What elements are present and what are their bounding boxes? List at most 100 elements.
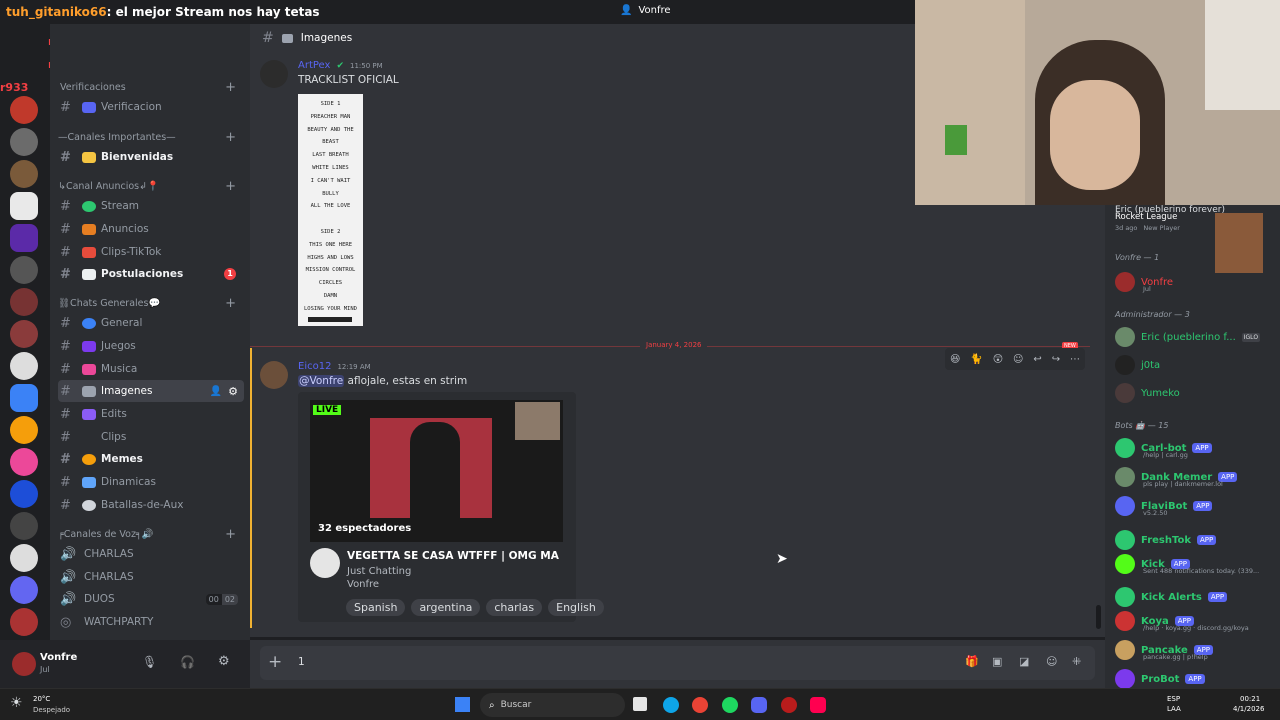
- category-importantes[interactable]: —Canales Importantes— +: [58, 130, 244, 145]
- scrollbar[interactable]: [1096, 605, 1101, 629]
- server-icon[interactable]: [10, 480, 38, 508]
- language[interactable]: ESP: [1167, 695, 1180, 703]
- member-bot[interactable]: ProBot APP: [1115, 666, 1275, 688]
- server-icon[interactable]: [10, 160, 38, 188]
- server-icon[interactable]: [10, 96, 38, 124]
- member-bot[interactable]: Dank Memer APP pls play | dankmemer.lol: [1115, 464, 1275, 490]
- category-chats-generales[interactable]: ⛓Chats Generales💬 +: [58, 296, 244, 311]
- spotify-icon[interactable]: [722, 697, 738, 713]
- voice-charlas-2[interactable]: 🔊 CHARLAS: [58, 566, 244, 588]
- tiktok-icon[interactable]: [810, 697, 826, 713]
- author-name[interactable]: Eico12: [298, 361, 331, 372]
- message-input[interactable]: 1: [298, 656, 305, 668]
- category-voz[interactable]: ╒Canales de Voz╕🔊 +: [58, 527, 244, 542]
- member-bot[interactable]: Kick APP Sent 488 notifications today. (33…: [1115, 551, 1275, 577]
- plus-icon[interactable]: +: [225, 130, 236, 145]
- channel-juegos[interactable]: # Juegos: [58, 335, 244, 357]
- plus-icon[interactable]: +: [225, 296, 236, 311]
- clock-time[interactable]: 00:21: [1240, 695, 1260, 703]
- server-icon[interactable]: [10, 416, 38, 444]
- plus-icon[interactable]: +: [225, 80, 236, 95]
- stream-embed[interactable]: LIVE 32 espectadores VEGETTA SE CASA WTF…: [298, 392, 604, 622]
- channel-clips[interactable]: # Clips: [58, 426, 244, 448]
- category-anuncios[interactable]: ↳Canal Anuncios↲📍 +: [58, 179, 244, 194]
- reaction-cat-icon[interactable]: 🐈: [970, 354, 982, 365]
- channel-stream[interactable]: # Stream: [58, 195, 244, 217]
- channel-general[interactable]: # General: [58, 312, 244, 334]
- server-icon[interactable]: [10, 608, 38, 636]
- server-icon[interactable]: [10, 384, 38, 412]
- taskbar-search[interactable]: ⌕ Buscar: [480, 693, 625, 717]
- server-icon[interactable]: [10, 544, 38, 572]
- keyboard-layout[interactable]: LAA: [1167, 705, 1181, 713]
- server-icon[interactable]: [10, 512, 38, 540]
- add-member-icon[interactable]: 👤: [210, 386, 222, 397]
- server-icon[interactable]: [10, 224, 38, 252]
- channel-postulaciones[interactable]: # Postulaciones 1: [58, 263, 244, 285]
- microphone-icon[interactable]: 🎙: [142, 655, 157, 669]
- member-admin[interactable]: j0ta: [1115, 352, 1275, 378]
- clock-date[interactable]: 4/1/2026: [1233, 705, 1264, 713]
- channel-memes[interactable]: # Memes: [58, 448, 244, 470]
- mention[interactable]: @Vonfre: [298, 375, 345, 387]
- server-icon[interactable]: [10, 448, 38, 476]
- reaction-laugh-icon[interactable]: 😆: [950, 354, 960, 365]
- server-icon[interactable]: [10, 352, 38, 380]
- more-icon[interactable]: ⋯: [1070, 354, 1080, 365]
- tag[interactable]: charlas: [486, 599, 543, 616]
- server-icon[interactable]: [10, 256, 38, 284]
- obs-icon[interactable]: [781, 697, 797, 713]
- voice-watchparty[interactable]: ◎ WATCHPARTY: [58, 611, 244, 633]
- forward-icon[interactable]: ↪: [1052, 354, 1060, 365]
- stream-title[interactable]: VEGETTA SE CASA WTFFF | OMG MA: [347, 550, 567, 562]
- avatar[interactable]: [260, 361, 288, 389]
- settings-icon[interactable]: ⚙: [218, 654, 230, 669]
- gear-icon[interactable]: ⚙: [228, 385, 238, 398]
- channel-edits[interactable]: # Edits: [58, 403, 244, 425]
- channel-anuncios[interactable]: # Anuncios: [58, 218, 244, 240]
- gif-icon[interactable]: ▣: [992, 655, 1002, 668]
- member-bot[interactable]: Pancake APP pancake.gg | p!help: [1115, 637, 1275, 663]
- category-verificaciones[interactable]: Verificaciones +: [58, 80, 244, 95]
- channel-batallas[interactable]: # Batallas-de-Aux: [58, 494, 244, 516]
- reply-icon[interactable]: ↩: [1033, 354, 1041, 365]
- discord-icon[interactable]: [751, 697, 767, 713]
- member-bot[interactable]: Carl-bot APP/help | carl.gg: [1115, 435, 1275, 461]
- channel-bienvenidas[interactable]: # Bienvenidas: [58, 146, 244, 168]
- member-bot[interactable]: FreshTok APP: [1115, 527, 1275, 553]
- server-icon[interactable]: [10, 320, 38, 348]
- server-icon[interactable]: [10, 576, 38, 604]
- member-admin[interactable]: Eric (pueblerino f... IGLO: [1115, 324, 1275, 350]
- tracklist-image[interactable]: SIDE 1 PREACHER MAN BEAUTY AND THE BEAST LA…: [298, 94, 363, 326]
- tag[interactable]: argentina: [411, 599, 481, 616]
- stream-thumbnail[interactable]: LIVE 32 espectadores: [310, 400, 563, 542]
- chrome-icon[interactable]: [692, 697, 708, 713]
- channel-avatar[interactable]: [310, 548, 340, 578]
- server-icon[interactable]: [10, 128, 38, 156]
- plus-icon[interactable]: +: [225, 527, 236, 542]
- avatar[interactable]: [260, 60, 288, 88]
- member-vonfre[interactable]: Vonfre Jul: [1115, 269, 1275, 295]
- apps-icon[interactable]: ⁜: [1072, 655, 1081, 668]
- channel-clips-tiktok[interactable]: # Clips-TikTok: [58, 241, 244, 263]
- message-input-box[interactable]: + 1 🎁 ▣ ◪ ☺ ⁜: [260, 646, 1095, 680]
- channel-dinamicas[interactable]: # Dinamicas: [58, 471, 244, 493]
- add-reaction-icon[interactable]: ☺: [1013, 354, 1023, 365]
- edge-icon[interactable]: [663, 697, 679, 713]
- headphones-icon[interactable]: 🎧: [180, 655, 195, 669]
- task-view-icon[interactable]: [633, 697, 647, 711]
- add-attachment-icon[interactable]: +: [268, 652, 282, 672]
- server-icon[interactable]: [10, 288, 38, 316]
- channel-musica[interactable]: # Musica: [58, 358, 244, 380]
- tag[interactable]: Spanish: [346, 599, 406, 616]
- member-bot[interactable]: FlaviBot APP v5.2.50: [1115, 493, 1275, 519]
- channel-verificacion[interactable]: # Verificacion: [58, 96, 244, 118]
- tag[interactable]: English: [548, 599, 604, 616]
- voice-duos[interactable]: 🔊 DUOS 00 02: [58, 588, 244, 610]
- member-bot[interactable]: Kick Alerts APP: [1115, 584, 1275, 610]
- member-bot[interactable]: Koya APP/help · koya.gg · discord.gg/koya: [1115, 608, 1275, 634]
- member-admin[interactable]: Yumeko: [1115, 380, 1275, 406]
- sticker-icon[interactable]: ◪: [1019, 655, 1029, 668]
- author-name[interactable]: ArtPex: [298, 60, 330, 71]
- server-icon[interactable]: [10, 192, 38, 220]
